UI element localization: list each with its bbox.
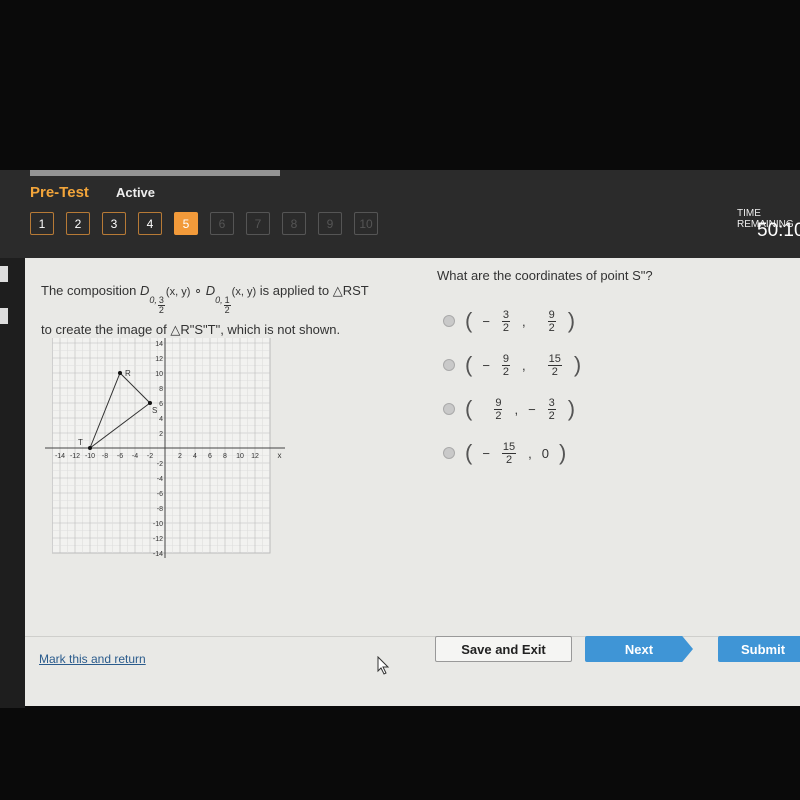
x-tick-label: -12 (70, 453, 80, 460)
save-and-exit-button[interactable]: Save and Exit (435, 636, 572, 662)
prompt-text: The composition (41, 283, 140, 298)
mouse-cursor-icon (377, 656, 390, 675)
y-tick-label: -6 (157, 491, 163, 498)
paren: ( (465, 396, 473, 421)
question-prompt: The composition D0, 3 2 (x, y) ∘ D0, 1 2 (x, y… (41, 276, 421, 345)
compose-op: ∘ (190, 283, 206, 298)
x-tick-label: -10 (85, 453, 95, 460)
y-tick-label: -12 (153, 536, 163, 543)
answer-choice[interactable]: ( −9 2, 15 2) (443, 352, 581, 378)
radio-button[interactable] (443, 447, 455, 459)
y-tick-label: -2 (157, 461, 163, 468)
paren: ( (465, 352, 473, 377)
point-label: S (152, 406, 157, 415)
divider (25, 636, 800, 637)
radio-button[interactable] (443, 403, 455, 415)
question-4-button[interactable]: 4 (138, 212, 162, 235)
y-tick-label: 10 (155, 371, 163, 378)
radio-button[interactable] (443, 315, 455, 327)
question-9-button: 9 (318, 212, 342, 235)
fraction: 32 (547, 396, 556, 422)
cut-off-title (30, 170, 280, 176)
xy: (x, y) (165, 286, 191, 298)
subscript: 0, (149, 295, 157, 305)
fraction: 92 (547, 308, 556, 334)
x-tick-label: -8 (102, 453, 108, 460)
mark-and-return-link[interactable]: Mark this and return (39, 652, 146, 666)
y-tick-label: -10 (153, 521, 163, 528)
x-axis-label: x (278, 451, 282, 460)
paren: ( (465, 440, 473, 465)
y-tick-label: -14 (153, 551, 163, 558)
next-button[interactable]: Next (585, 636, 693, 662)
y-tick-label: 8 (159, 386, 163, 393)
x-tick-label: -6 (117, 453, 123, 460)
point-s (148, 401, 152, 405)
question-8-button: 8 (282, 212, 306, 235)
y-tick-label: 4 (159, 416, 163, 423)
calculator-icon[interactable] (0, 308, 8, 324)
x-tick-label: 6 (208, 453, 212, 460)
x-tick-label: 4 (193, 453, 197, 460)
y-tick-label: -4 (157, 476, 163, 483)
x-tick-label: 8 (223, 453, 227, 460)
x-tick-label: 12 (251, 453, 259, 460)
point-t (88, 446, 92, 450)
prompt-text: is applied to △RST (256, 283, 369, 298)
question-6-button: 6 (210, 212, 234, 235)
radio-button[interactable] (443, 359, 455, 371)
fraction: 92 (501, 352, 511, 378)
prompt-line2: to create the image of △R"S"T", which is… (41, 322, 341, 337)
question-text: What are the coordinates of point S"? (437, 268, 653, 283)
y-tick-label: 14 (155, 341, 163, 348)
sidebar (0, 258, 25, 708)
notes-icon[interactable] (0, 266, 8, 282)
answer-choice[interactable]: ( −15 2, 0) (443, 440, 566, 466)
point-label: T (78, 438, 83, 447)
x-tick-label: 2 (178, 453, 182, 460)
point-label: R (125, 369, 131, 378)
x-tick-label: -4 (132, 453, 138, 460)
value: 0 (541, 445, 550, 461)
question-1-button[interactable]: 1 (30, 212, 54, 235)
paren: ( (465, 308, 473, 333)
fraction: 12 (223, 295, 231, 315)
status-label: Active (116, 185, 156, 200)
y-tick-label: 12 (155, 356, 163, 363)
section-label: Pre-Test (30, 184, 89, 201)
subscript: 0, (215, 295, 223, 305)
x-tick-label: -14 (55, 453, 65, 460)
xy: (x, y) (231, 286, 257, 298)
paren: ) (567, 308, 576, 333)
question-nav: 1 2 3 4 5 6 7 8 9 10 (30, 212, 378, 235)
paren: ) (559, 440, 567, 465)
dilation-symbol: D (205, 283, 216, 298)
point-r (118, 371, 122, 375)
answer-choice[interactable]: ( 9 2, −3 2) (443, 396, 575, 422)
dilation-symbol: D (140, 283, 150, 298)
question-7-button: 7 (246, 212, 270, 235)
time-remaining: 50:10 (757, 220, 800, 241)
y-tick-label: 6 (159, 401, 163, 408)
fraction: 15 2 (501, 440, 517, 466)
y-tick-label: -8 (157, 506, 163, 513)
coordinate-graph: xy-14-12-10-8-6-4-2246810121412108642-2-… (45, 338, 285, 558)
fraction: 32 (501, 308, 511, 334)
question-5-button[interactable]: 5 (174, 212, 198, 235)
paren: ) (567, 396, 576, 421)
x-tick-label: 10 (236, 453, 244, 460)
question-10-button: 10 (354, 212, 378, 235)
question-panel: The composition D0, 3 2 (x, y) ∘ D0, 1 2 (x, y… (25, 258, 800, 706)
answer-choice[interactable]: ( −3 2, 9 2) (443, 308, 575, 334)
fraction: 92 (494, 396, 503, 422)
fraction: 32 (157, 295, 165, 315)
question-2-button[interactable]: 2 (66, 212, 90, 235)
submit-button[interactable]: Submit (718, 636, 800, 662)
question-3-button[interactable]: 3 (102, 212, 126, 235)
y-tick-label: 2 (159, 431, 163, 438)
paren: ) (573, 352, 582, 377)
fraction: 15 2 (547, 352, 562, 378)
x-tick-label: -2 (147, 453, 153, 460)
